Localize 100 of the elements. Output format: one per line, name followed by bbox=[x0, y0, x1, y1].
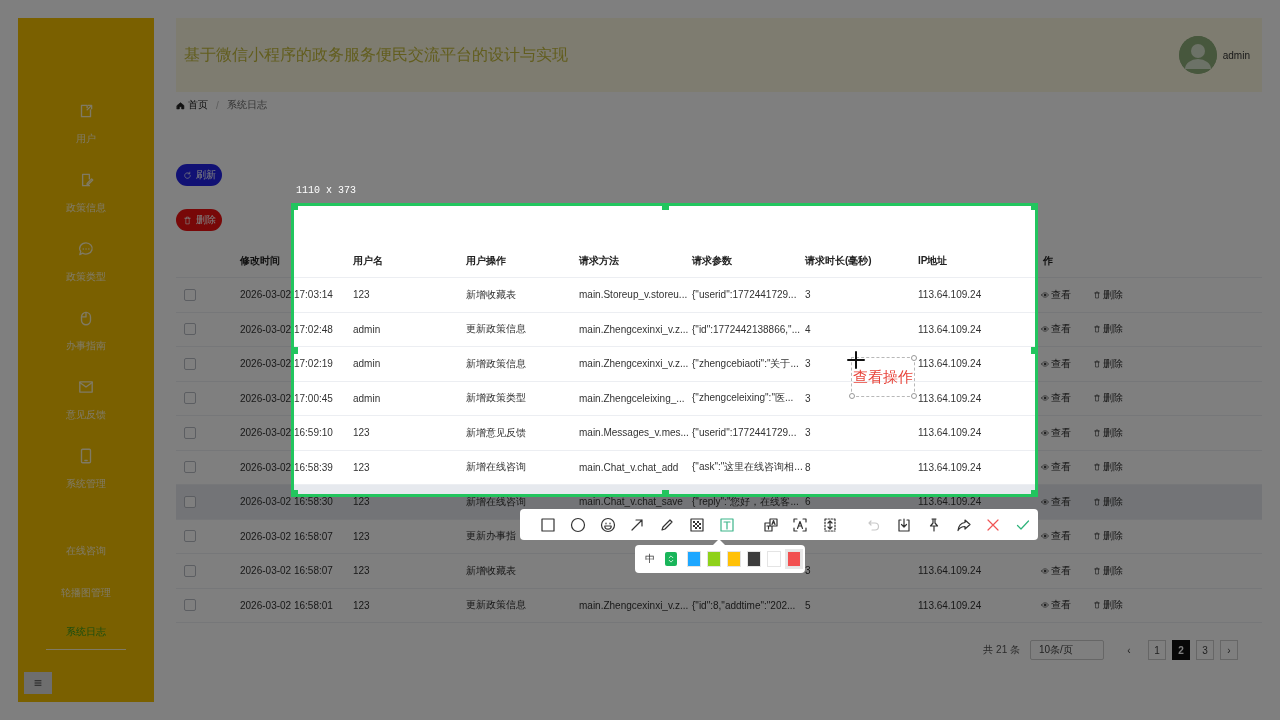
view-link[interactable]: 查看 bbox=[1041, 460, 1071, 475]
row-checkbox[interactable] bbox=[184, 530, 196, 543]
table-cell: main.Chat_v.chat_save bbox=[579, 496, 683, 508]
color-swatch[interactable] bbox=[687, 551, 701, 567]
view-link[interactable]: 查看 bbox=[1041, 494, 1071, 509]
text-annotation[interactable]: 查看操作 bbox=[851, 357, 915, 397]
annotation-handle[interactable] bbox=[911, 355, 917, 361]
table-cell: {"id":8,"addtime":"202... bbox=[692, 599, 796, 611]
row-checkbox[interactable] bbox=[184, 564, 196, 577]
table-cell: 4 bbox=[805, 323, 811, 335]
table-cell: 113.64.109.24 bbox=[918, 427, 982, 439]
delete-link[interactable]: 删除 bbox=[1093, 287, 1123, 302]
resize-handle[interactable] bbox=[1031, 203, 1038, 210]
resize-handle[interactable] bbox=[661, 490, 669, 497]
mosaic-icon bbox=[689, 516, 706, 533]
trash-icon bbox=[182, 215, 192, 225]
page-size-select[interactable]: 10条/页 bbox=[1030, 640, 1104, 660]
view-link[interactable]: 查看 bbox=[1041, 425, 1071, 440]
scroll-capture-icon bbox=[822, 516, 839, 533]
menu-toggle-button[interactable] bbox=[24, 672, 52, 694]
column-header: 请求方法 bbox=[579, 254, 619, 266]
page-button[interactable]: 3 bbox=[1196, 640, 1214, 660]
table-cell: {"zhengcebiaoti":"关于... bbox=[692, 357, 799, 369]
home-icon bbox=[176, 100, 185, 110]
color-swatch[interactable] bbox=[727, 551, 741, 567]
delete-link[interactable]: 删除 bbox=[1093, 460, 1123, 475]
table-cell: {"userid":1772441729... bbox=[692, 289, 797, 301]
resize-handle[interactable] bbox=[1031, 490, 1038, 497]
delete-link[interactable]: 删除 bbox=[1093, 598, 1123, 613]
eye-icon bbox=[1041, 290, 1049, 299]
rectangle-icon bbox=[539, 516, 556, 533]
delete-link[interactable]: 删除 bbox=[1093, 529, 1123, 544]
size-stepper[interactable] bbox=[665, 552, 677, 566]
table-cell: 新增意见反馈 bbox=[466, 426, 526, 438]
delete-link[interactable]: 删除 bbox=[1093, 391, 1123, 406]
row-checkbox[interactable] bbox=[184, 288, 196, 301]
column-header: 修改时间 bbox=[240, 254, 280, 266]
breadcrumb-link[interactable]: 首页 bbox=[176, 98, 208, 112]
row-checkbox[interactable] bbox=[184, 599, 196, 612]
eye-icon bbox=[1041, 532, 1049, 541]
eye-icon bbox=[1041, 325, 1049, 334]
annotation-handle[interactable] bbox=[911, 393, 917, 399]
arrow-icon bbox=[629, 516, 646, 533]
table-cell: 123 bbox=[353, 461, 370, 473]
delete-link[interactable]: 删除 bbox=[1093, 425, 1123, 440]
resize-handle[interactable] bbox=[291, 347, 298, 354]
row-checkbox[interactable] bbox=[184, 426, 196, 439]
delete-button[interactable]: 删除 bbox=[176, 209, 222, 231]
row-checkbox[interactable] bbox=[184, 495, 196, 508]
table-cell: 更新办事指 bbox=[466, 530, 516, 542]
view-link[interactable]: 查看 bbox=[1041, 529, 1071, 544]
resize-handle[interactable] bbox=[1031, 347, 1038, 354]
selection-size-label: 1110 x 373 bbox=[296, 185, 356, 196]
view-link[interactable]: 查看 bbox=[1041, 563, 1071, 578]
table-cell: 8 bbox=[805, 461, 811, 473]
table-cell: {"reply":"您好，在线客... bbox=[692, 495, 799, 507]
trash-icon bbox=[1093, 601, 1101, 610]
eye-icon bbox=[1041, 428, 1049, 437]
delete-link[interactable]: 删除 bbox=[1093, 494, 1123, 509]
color-swatch[interactable] bbox=[767, 551, 781, 567]
next-page-button[interactable]: › bbox=[1220, 640, 1238, 660]
table-cell: 2026-03-02 16:58:01 bbox=[240, 599, 333, 611]
view-link[interactable]: 查看 bbox=[1041, 322, 1071, 337]
previous-page-button[interactable]: ‹ bbox=[1120, 640, 1138, 660]
delete-link[interactable]: 删除 bbox=[1093, 322, 1123, 337]
resize-handle[interactable] bbox=[291, 203, 298, 210]
ellipse-icon bbox=[569, 516, 586, 533]
crosshair-cursor-icon bbox=[847, 351, 865, 369]
table-cell: 113.64.109.24 bbox=[918, 496, 982, 508]
view-link[interactable]: 查看 bbox=[1041, 598, 1071, 613]
column-header: IP地址 bbox=[918, 254, 948, 266]
resize-handle[interactable] bbox=[291, 490, 298, 497]
ocr-icon bbox=[792, 516, 809, 533]
eye-icon bbox=[1041, 463, 1049, 472]
row-checkbox[interactable] bbox=[184, 392, 196, 405]
table-cell: admin bbox=[353, 358, 381, 370]
refresh-icon bbox=[182, 170, 192, 180]
table-cell: 更新政策信息 bbox=[466, 599, 526, 611]
row-checkbox[interactable] bbox=[184, 323, 196, 336]
row-checkbox[interactable] bbox=[184, 461, 196, 474]
delete-link[interactable]: 删除 bbox=[1093, 356, 1123, 371]
table-cell: {"userid":1772441729... bbox=[692, 427, 797, 439]
table-cell: 2026-03-02 17:00:45 bbox=[240, 392, 333, 404]
color-swatch[interactable] bbox=[747, 551, 761, 567]
page-button[interactable]: 1 bbox=[1148, 640, 1166, 660]
resize-handle[interactable] bbox=[661, 203, 669, 210]
column-header: 用户名 bbox=[353, 254, 383, 266]
view-link[interactable]: 查看 bbox=[1041, 356, 1071, 371]
delete-link[interactable]: 删除 bbox=[1093, 563, 1123, 578]
table-cell: main.Zhengcexinxi_v.z... bbox=[579, 323, 689, 335]
color-swatch[interactable] bbox=[787, 551, 801, 567]
row-checkbox[interactable] bbox=[184, 357, 196, 370]
refresh-button[interactable]: 刷新 bbox=[176, 164, 222, 186]
annotation-handle[interactable] bbox=[849, 393, 855, 399]
page-button[interactable]: 2 bbox=[1172, 640, 1190, 660]
color-swatch[interactable] bbox=[707, 551, 721, 567]
view-link[interactable]: 查看 bbox=[1041, 287, 1071, 302]
font-size-toggle[interactable]: 中 bbox=[645, 552, 659, 566]
trash-icon bbox=[1093, 428, 1101, 437]
view-link[interactable]: 查看 bbox=[1041, 391, 1071, 406]
